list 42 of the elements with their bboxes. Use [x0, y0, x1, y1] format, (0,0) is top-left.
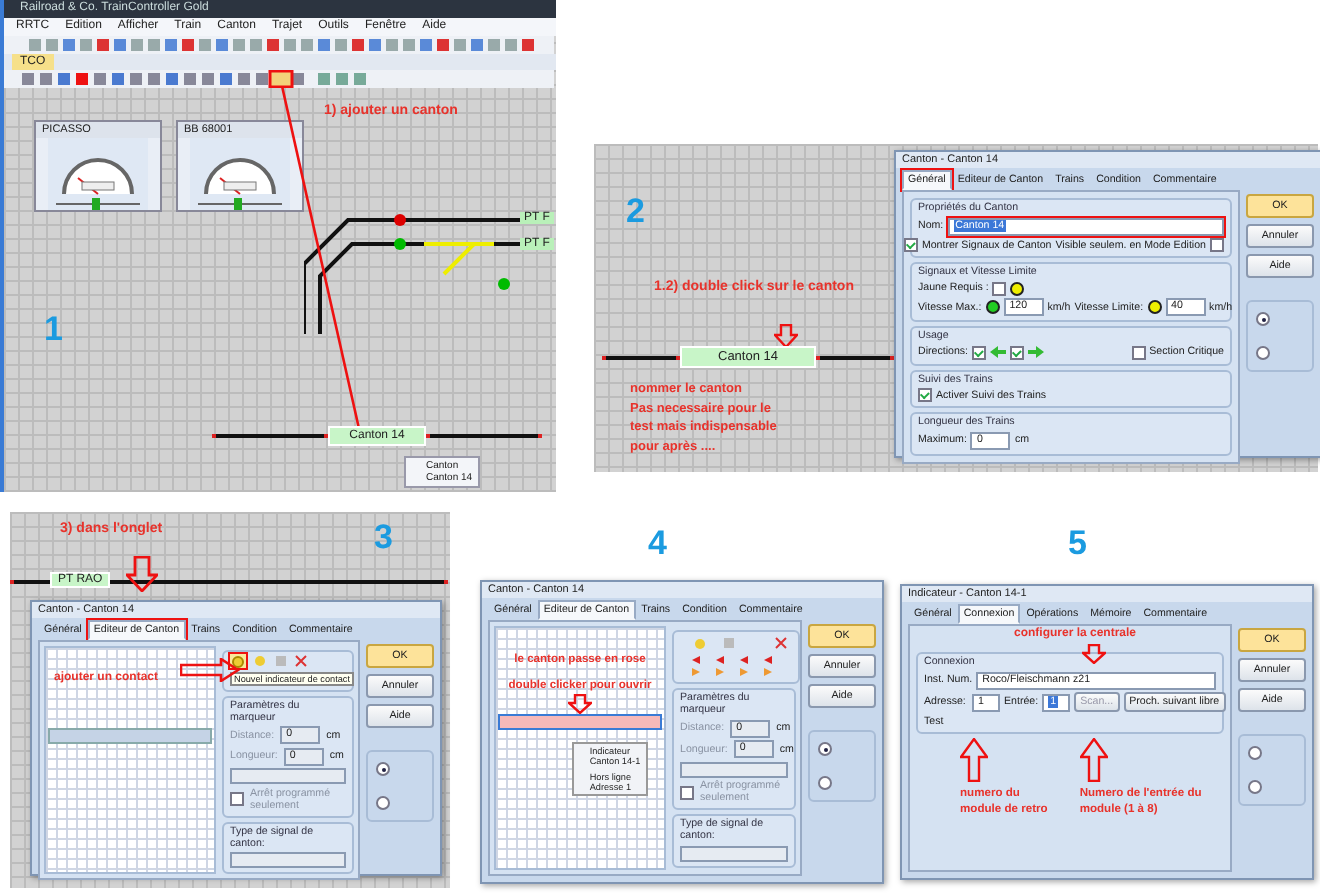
track-line: [426, 434, 543, 438]
checkbox[interactable]: [918, 388, 932, 402]
radio-button[interactable]: [376, 762, 390, 776]
block-bar[interactable]: [498, 714, 662, 730]
contact-tool-button[interactable]: [230, 654, 246, 668]
left-arrow-icon: [990, 346, 1007, 358]
checkbox[interactable]: [1131, 345, 1146, 359]
dropdown[interactable]: [230, 768, 346, 784]
checkbox[interactable]: [1010, 345, 1025, 359]
down-arrow-icon: [1082, 644, 1106, 664]
step-number: 2: [626, 192, 645, 232]
checkbox[interactable]: [992, 281, 1007, 295]
down-arrow-icon: [568, 694, 592, 714]
dropdown[interactable]: [680, 761, 788, 777]
step-number: 1: [44, 310, 63, 350]
radio-button[interactable]: [1256, 312, 1270, 326]
radio-button[interactable]: [1248, 780, 1262, 794]
radio-button[interactable]: [818, 742, 832, 756]
radio-button[interactable]: [1256, 346, 1270, 360]
step-number: 4: [648, 524, 667, 564]
signal-icon: [1147, 300, 1162, 314]
dropdown[interactable]: [230, 852, 346, 868]
checkbox[interactable]: [972, 345, 987, 359]
down-arrow-icon: [774, 324, 798, 348]
radio-button[interactable]: [818, 776, 832, 790]
track-line: [602, 355, 680, 359]
up-arrow-icon: [1079, 737, 1108, 781]
toolbar-icons-drawing: [252, 654, 312, 668]
step-number: 5: [1068, 524, 1087, 564]
checkbox[interactable]: [680, 785, 694, 799]
down-arrow-icon: [126, 556, 158, 592]
radio-button[interactable]: [1248, 746, 1262, 760]
track-line: [212, 434, 328, 438]
up-arrow-icon: [960, 737, 988, 781]
checkbox[interactable]: [903, 238, 918, 252]
right-arrow-icon: [1028, 346, 1045, 358]
dropdown[interactable]: [680, 845, 788, 861]
step-number: 3: [374, 518, 393, 558]
checkbox[interactable]: [1210, 238, 1224, 252]
checkbox[interactable]: [230, 792, 244, 806]
radio-button[interactable]: [376, 796, 390, 810]
track-line: [816, 355, 894, 359]
